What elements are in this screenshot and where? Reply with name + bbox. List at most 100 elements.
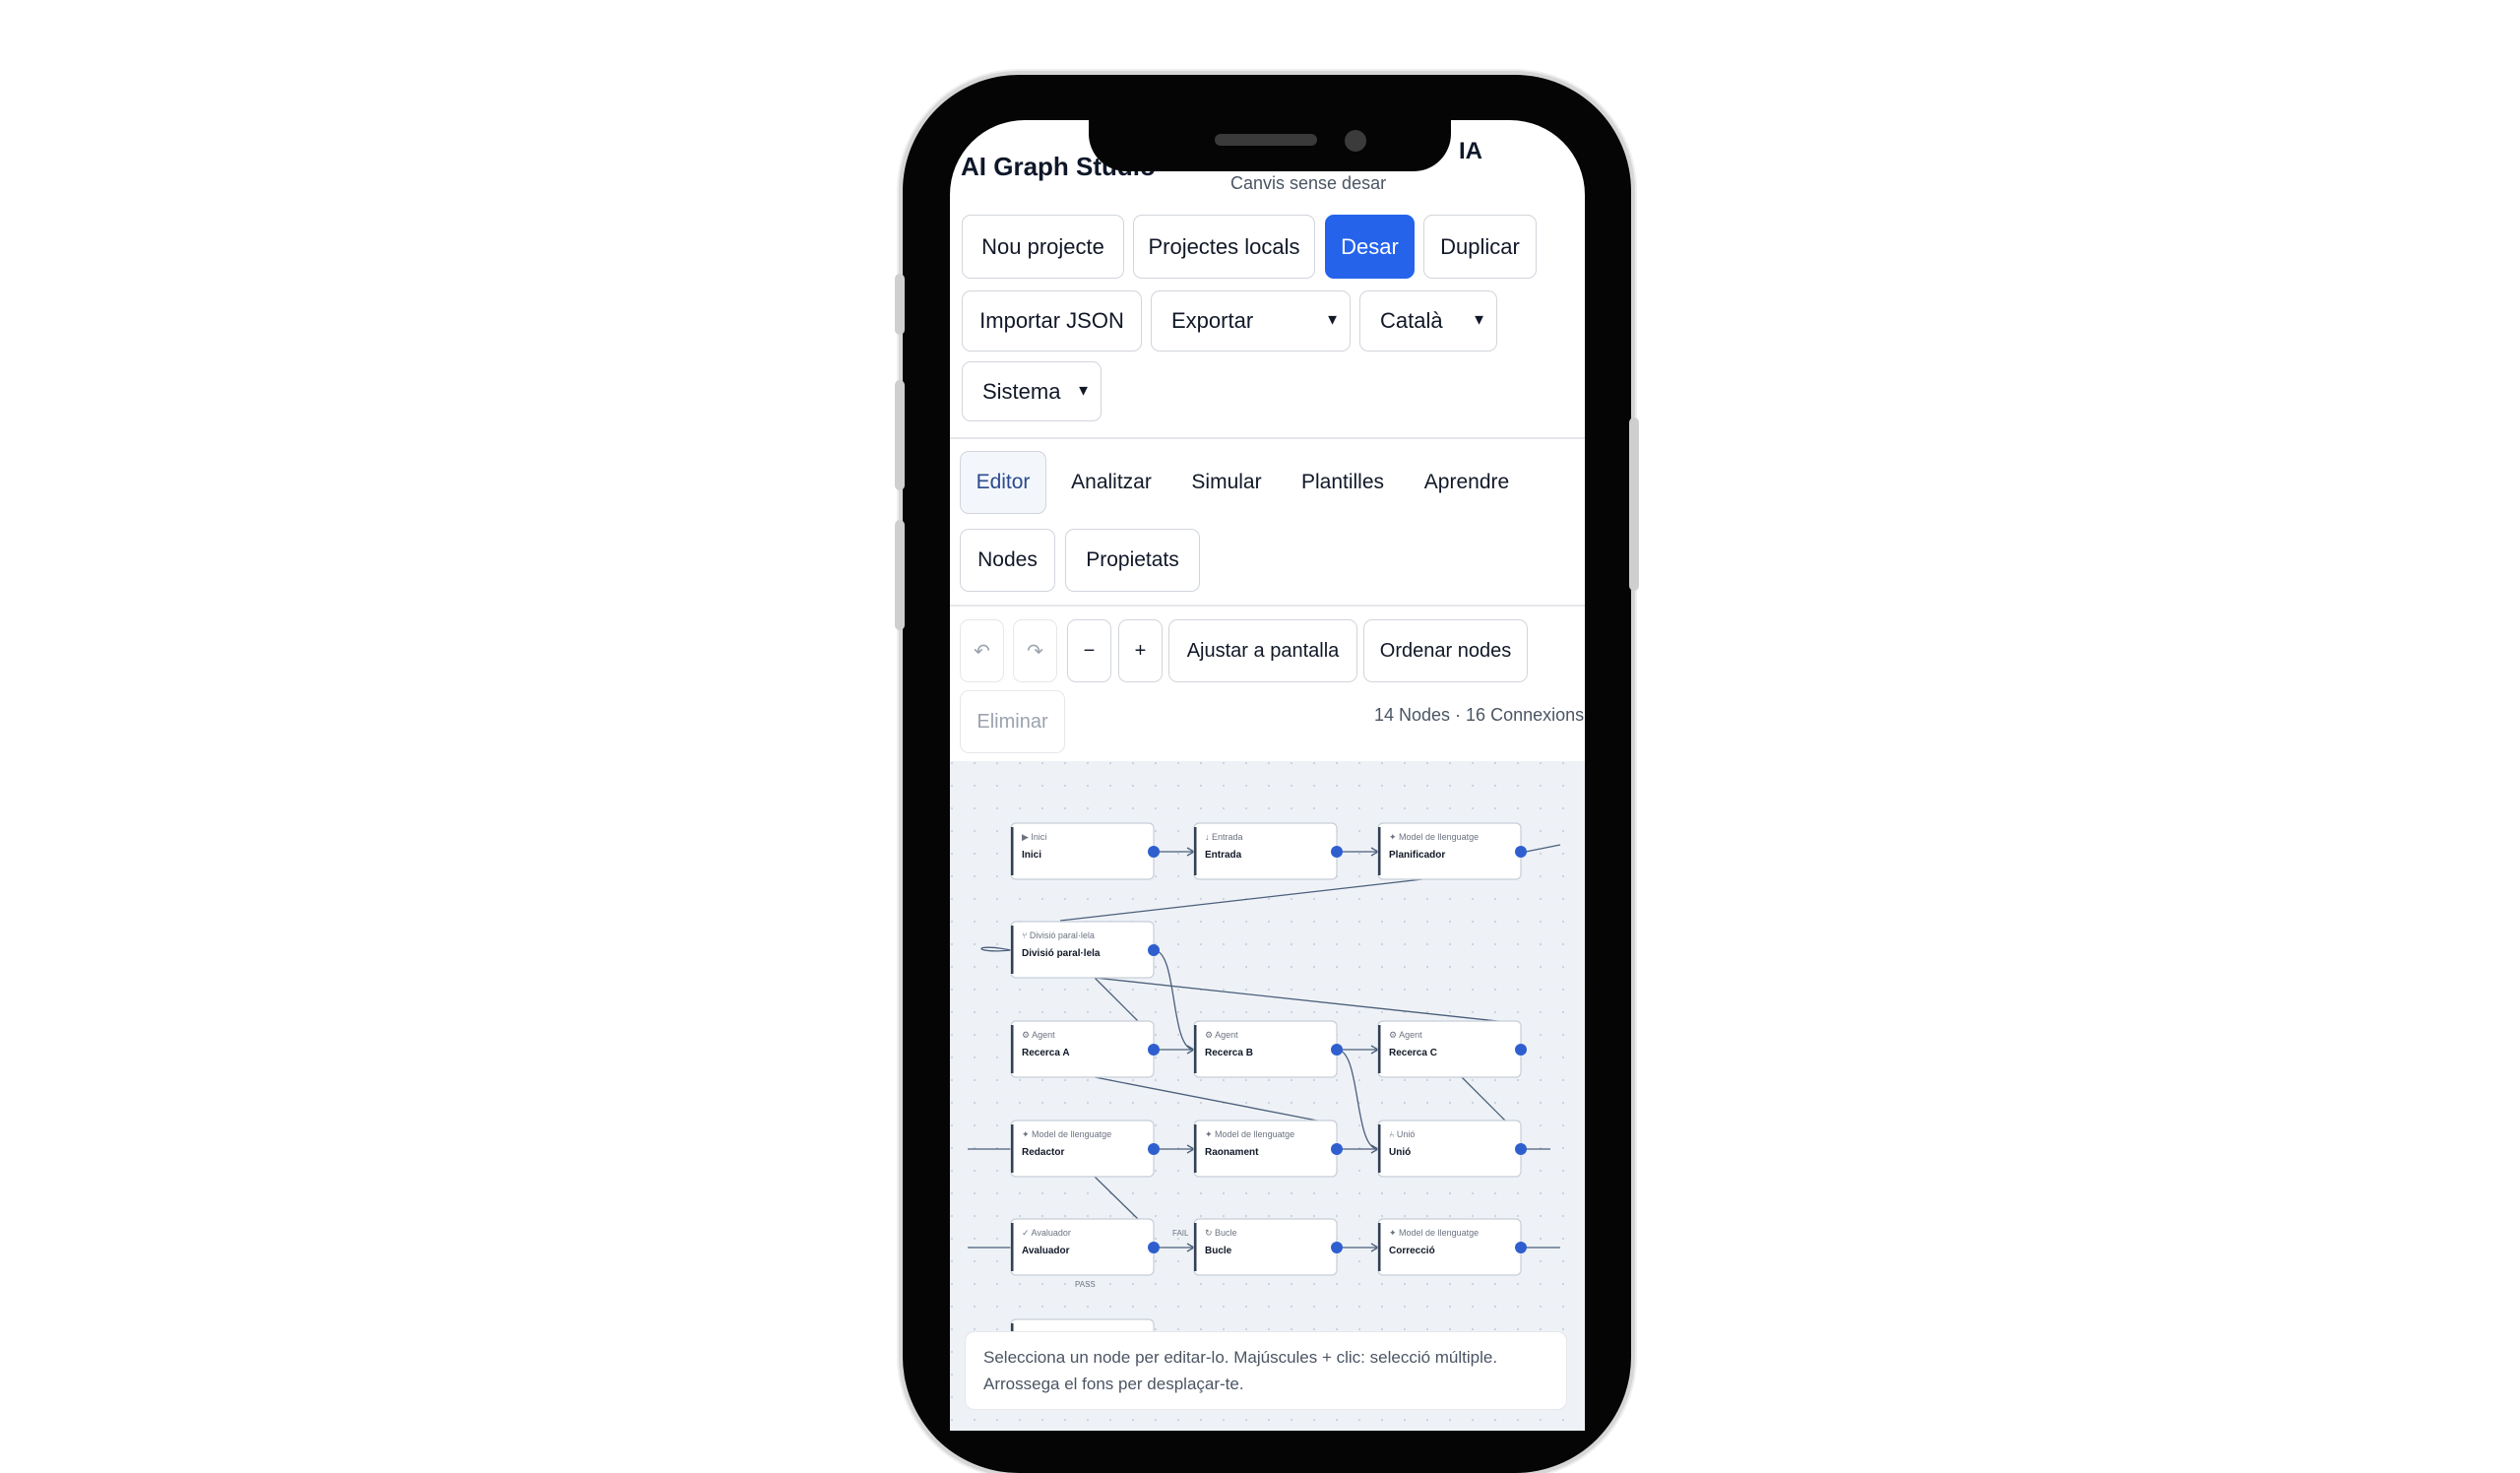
node-accent — [1194, 1025, 1197, 1073]
node-type-label: ⚙ Agent — [1389, 1030, 1422, 1040]
node-accent — [1011, 1124, 1014, 1173]
tab-propietats[interactable]: Propietats — [1065, 529, 1200, 592]
node-output-port[interactable] — [1331, 1044, 1343, 1056]
node-output-port[interactable] — [1331, 846, 1343, 858]
delete-button[interactable]: Eliminar — [960, 690, 1065, 753]
import-json-button[interactable]: Importar JSON — [962, 290, 1142, 352]
graph-node-recercaA[interactable]: ⚙ Agent Recerca A — [1010, 1020, 1160, 1078]
node-type-label: ⚙ Agent — [1205, 1030, 1238, 1040]
node-output-port[interactable] — [1515, 1143, 1527, 1155]
graph-node-unio[interactable]: ⑃ Unió Unió — [1377, 1120, 1527, 1178]
node-output-port[interactable] — [1515, 846, 1527, 858]
theme-select-value: Sistema — [982, 378, 1061, 404]
node-title: Recerca A — [1022, 1048, 1070, 1058]
node-accent — [1378, 1124, 1381, 1173]
divider — [950, 605, 1585, 607]
node-type-label: ✦ Model de llenguatge — [1022, 1129, 1111, 1139]
fit-screen-button[interactable]: Ajustar a pantalla — [1168, 619, 1357, 682]
save-button[interactable]: Desar — [1325, 215, 1415, 279]
edge-label-pass: PASS — [1075, 1280, 1096, 1289]
graph-node-avaluador[interactable]: ✓ Avaluador Avaluador — [1010, 1218, 1160, 1276]
node-title: Raonament — [1205, 1147, 1259, 1158]
node-title: Inici — [1022, 850, 1041, 861]
graph-node-planificador[interactable]: ✦ Model de llenguatge Planificador — [1377, 822, 1527, 880]
chevron-down-icon: ▼ — [1076, 382, 1091, 400]
node-type-label: ✦ Model de llenguatge — [1389, 1228, 1479, 1238]
node-type-label: ⚙ Agent — [1022, 1030, 1055, 1040]
node-output-port[interactable] — [1148, 944, 1160, 956]
edge-label-fail: FAIL — [1172, 1229, 1189, 1238]
power-button — [1629, 417, 1639, 591]
node-type-label: ↓ Entrada — [1205, 832, 1243, 842]
node-output-port[interactable] — [1148, 1242, 1160, 1253]
divider — [950, 437, 1585, 439]
node-type-label: ▶ Inici — [1022, 832, 1046, 842]
export-select[interactable]: Exportar ▼ — [1151, 290, 1351, 352]
node-accent — [1011, 1223, 1014, 1271]
node-title: Divisió paral·lela — [1022, 948, 1101, 959]
node-type-label: ✦ Model de llenguatge — [1205, 1129, 1294, 1139]
zoom-in-button[interactable]: + — [1118, 619, 1163, 682]
language-select[interactable]: Català ▼ — [1359, 290, 1497, 352]
redo-button[interactable]: ↷ — [1013, 619, 1057, 682]
zoom-out-button[interactable]: − — [1067, 619, 1111, 682]
volume-down-button — [895, 520, 905, 630]
node-accent — [1194, 827, 1197, 875]
graph-node-recercaC[interactable]: ⚙ Agent Recerca C — [1377, 1020, 1527, 1078]
node-output-port[interactable] — [1148, 1143, 1160, 1155]
chevron-down-icon: ▼ — [1325, 311, 1340, 329]
tab-plantilles[interactable]: Plantilles — [1286, 451, 1400, 514]
tab-nodes[interactable]: Nodes — [960, 529, 1055, 592]
theme-select[interactable]: Sistema ▼ — [962, 361, 1102, 421]
node-title: Recerca C — [1389, 1048, 1437, 1058]
node-type-label: ⑃ Unió — [1389, 1129, 1415, 1139]
graph-node-correccio[interactable]: ✦ Model de llenguatge Correcció — [1377, 1218, 1527, 1276]
tab-editor[interactable]: Editor — [960, 451, 1046, 514]
graph-node-raonament[interactable]: ✦ Model de llenguatge Raonament — [1193, 1120, 1343, 1178]
node-title: Correcció — [1389, 1246, 1435, 1256]
mute-switch — [895, 274, 905, 335]
duplicate-button[interactable]: Duplicar — [1423, 215, 1537, 279]
arrange-nodes-button[interactable]: Ordenar nodes — [1363, 619, 1528, 682]
language-select-value: Català — [1380, 308, 1443, 333]
node-type-label: ↻ Bucle — [1205, 1228, 1237, 1238]
save-status: Canvis sense desar — [1230, 173, 1387, 193]
export-select-value: Exportar — [1171, 308, 1254, 333]
node-output-port[interactable] — [1148, 846, 1160, 858]
tab-analitzar[interactable]: Analitzar — [1055, 451, 1167, 514]
node-title: Planificador — [1389, 850, 1445, 861]
graph-node-entrada[interactable]: ↓ Entrada Entrada — [1193, 822, 1343, 880]
graph-node-redactor[interactable]: ✦ Model de llenguatge Redactor — [1010, 1120, 1160, 1178]
node-output-port[interactable] — [1515, 1242, 1527, 1253]
node-accent — [1011, 926, 1014, 974]
node-output-port[interactable] — [1148, 1044, 1160, 1056]
graph-node-inici[interactable]: ▶ Inici Inici — [1010, 822, 1160, 880]
tab-simular[interactable]: Simular — [1177, 451, 1276, 514]
graph-canvas[interactable]: ▶ Inici Inici ↓ Entrada Entrada ✦ Model de l… — [950, 761, 1585, 1431]
help-line-2: Arrossega el fons per desplaçar-te. — [983, 1375, 1244, 1393]
node-output-port[interactable] — [1515, 1044, 1527, 1056]
phone-speaker — [1215, 134, 1317, 146]
graph-node-bucle[interactable]: ↻ Bucle Bucle — [1193, 1218, 1343, 1276]
node-title: Redactor — [1022, 1147, 1064, 1158]
node-title: Bucle — [1205, 1246, 1232, 1256]
chevron-down-icon: ▼ — [1472, 311, 1486, 329]
undo-button[interactable]: ↶ — [960, 619, 1004, 682]
node-output-port[interactable] — [1331, 1242, 1343, 1253]
graph-svg[interactable]: ▶ Inici Inici ↓ Entrada Entrada ✦ Model de l… — [950, 761, 1585, 1431]
phone-camera — [1345, 130, 1366, 152]
volume-up-button — [895, 380, 905, 490]
node-title: Recerca B — [1205, 1048, 1253, 1058]
tab-aprendre[interactable]: Aprendre — [1410, 451, 1524, 514]
node-accent — [1011, 1025, 1014, 1073]
help-line-1: Selecciona un node per editar-lo. Majúsc… — [983, 1348, 1498, 1367]
node-title: Unió — [1389, 1147, 1411, 1158]
local-projects-button[interactable]: Projectes locals — [1133, 215, 1315, 279]
new-project-button[interactable]: Nou projecte — [962, 215, 1124, 279]
node-output-port[interactable] — [1331, 1143, 1343, 1155]
node-accent — [1194, 1223, 1197, 1271]
help-panel: Selecciona un node per editar-lo. Majúsc… — [965, 1331, 1567, 1410]
graph-node-divisio[interactable]: ⑂ Divisió paral·lela Divisió paral·lela — [1010, 921, 1160, 979]
graph-node-recercaB[interactable]: ⚙ Agent Recerca B — [1193, 1020, 1343, 1078]
node-type-label: ⑂ Divisió paral·lela — [1022, 930, 1095, 940]
